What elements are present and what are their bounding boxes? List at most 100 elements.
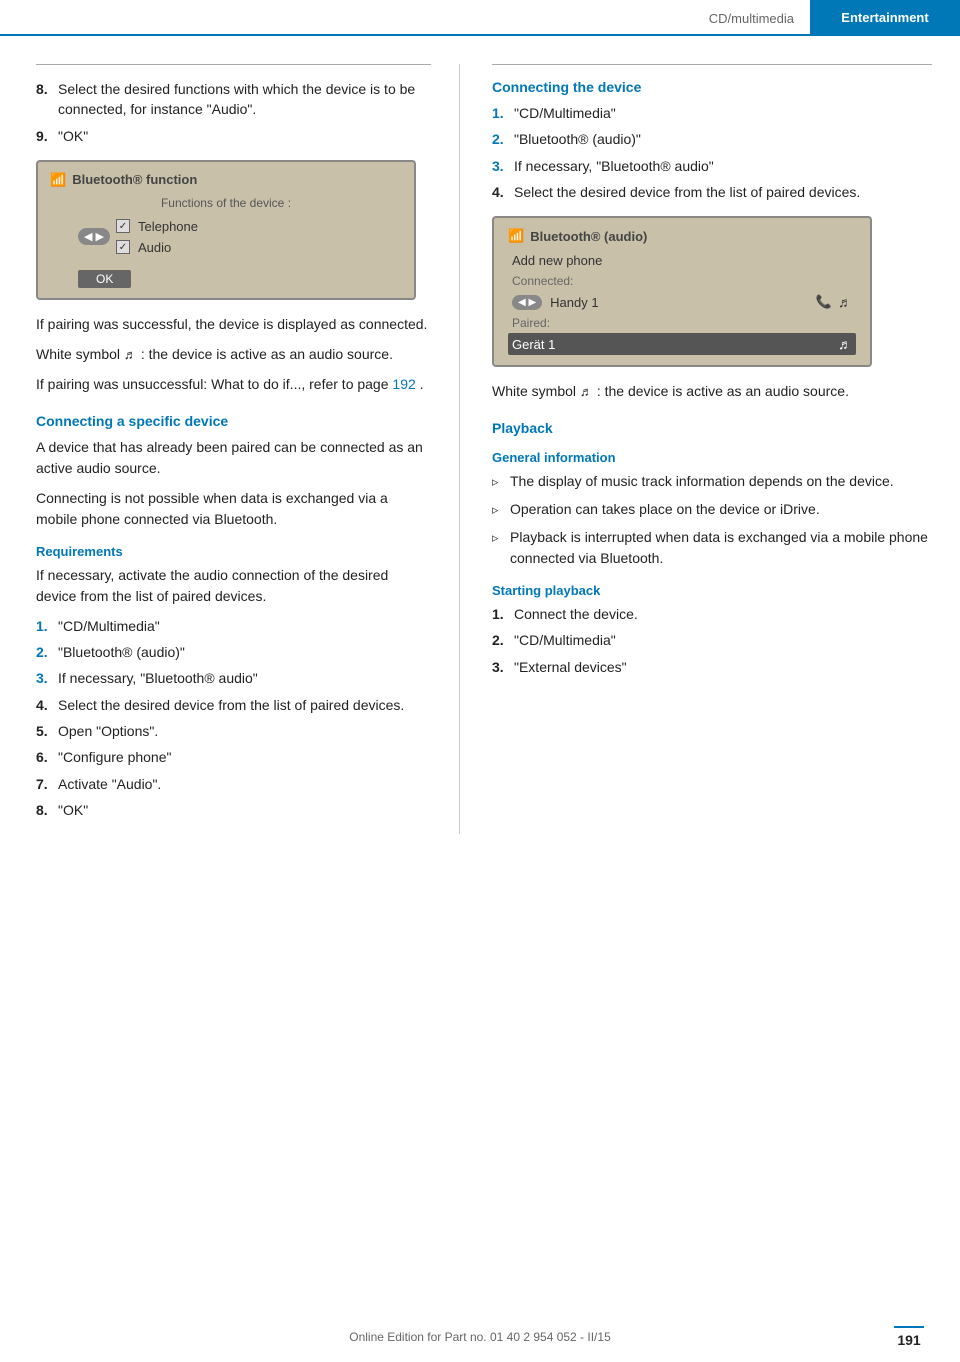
conn-step-2: 2. "Bluetooth® (audio)": [492, 129, 932, 149]
label-audio: Audio: [138, 240, 171, 255]
req-step-1-text: "CD/Multimedia": [58, 616, 431, 636]
req-step-6-text: "Configure phone": [58, 747, 431, 767]
label-telephone: Telephone: [138, 219, 198, 234]
arrow-icon-1: ▹: [492, 472, 510, 492]
conn-step-3-num: 3.: [492, 156, 514, 176]
main-content: 8. Select the desired functions with whi…: [0, 36, 960, 834]
playback-heading: Playback: [492, 420, 932, 436]
req-step-8-num: 8.: [36, 800, 58, 820]
page-link-192[interactable]: 192: [392, 376, 415, 392]
req-step-7-text: Activate "Audio".: [58, 774, 431, 794]
req-step-6-num: 6.: [36, 747, 58, 767]
music-note-gerat1: ♬: [838, 336, 852, 352]
req-step-3-text: If necessary, "Bluetooth® audio": [58, 668, 431, 688]
requirements-heading: Requirements: [36, 544, 431, 559]
paired-label-text: Paired:: [512, 316, 550, 330]
ok-label[interactable]: OK: [78, 270, 131, 288]
bt-screen-right-title-text: Bluetooth® (audio): [530, 229, 647, 244]
connecting-device-heading: Connecting the device: [492, 79, 932, 95]
bt-screen-right: 📶 Bluetooth® (audio) Add new phone Conne…: [492, 216, 872, 367]
handy1-name: Handy 1: [550, 295, 598, 310]
bullet-3: ▹ Playback is interrupted when data is e…: [492, 527, 932, 569]
footer-text: Online Edition for Part no. 01 40 2 954 …: [349, 1330, 611, 1344]
para-white-symbol: White symbol ♬ : the device is active as…: [36, 344, 431, 365]
right-column: Connecting the device 1. "CD/Multimedia"…: [460, 64, 960, 834]
white-symbol-suffix: : the device is active as an audio sourc…: [141, 346, 393, 362]
unsuccessful-suffix: .: [420, 376, 424, 392]
music-note-icon-right: ♬: [580, 384, 593, 399]
handy1-icons: 📞 ♬: [816, 294, 852, 310]
right-top-divider: [492, 64, 932, 65]
arrow-icon-3: ▹: [492, 528, 510, 548]
gerat1-name: Gerät 1: [512, 337, 555, 352]
start-step-1-num: 1.: [492, 604, 514, 624]
connected-label: Connected:: [508, 271, 856, 291]
connected-label-text: Connected:: [512, 274, 573, 288]
header-bar: CD/multimedia Entertainment: [0, 0, 960, 36]
req-step-2-text: "Bluetooth® (audio)": [58, 642, 431, 662]
checkbox-telephone: [116, 219, 130, 233]
checkbox-audio: [116, 240, 130, 254]
conn-step-1-num: 1.: [492, 103, 514, 123]
start-step-1-text: Connect the device.: [514, 604, 932, 624]
initial-steps: 8. Select the desired functions with whi…: [36, 79, 431, 146]
para-white-symbol-right: White symbol ♬ : the device is active as…: [492, 381, 932, 402]
req-step-4-text: Select the desired device from the list …: [58, 695, 431, 715]
white-symbol-right-suffix: : the device is active as an audio sourc…: [597, 383, 849, 399]
req-step-2: 2. "Bluetooth® (audio)": [36, 642, 431, 662]
requirements-para: If necessary, activate the audio connect…: [36, 565, 431, 607]
ok-button-area: OK: [50, 262, 402, 288]
req-step-3-num: 3.: [36, 668, 58, 688]
start-step-2-num: 2.: [492, 630, 514, 650]
left-column: 8. Select the desired functions with whi…: [0, 64, 460, 834]
general-info-heading: General information: [492, 450, 932, 465]
bt-screen-right-title: 📶 Bluetooth® (audio): [508, 228, 856, 244]
start-step-2: 2. "CD/Multimedia": [492, 630, 932, 650]
req-step-8-text: "OK": [58, 800, 431, 820]
conn-step-3-text: If necessary, "Bluetooth® audio": [514, 156, 932, 176]
conn-step-2-num: 2.: [492, 129, 514, 149]
step-8-num: 8.: [36, 79, 58, 120]
bt-row-audio: Audio: [116, 237, 198, 258]
connecting-specific-heading: Connecting a specific device: [36, 413, 431, 429]
handy1-row: ◀ ▶ Handy 1 📞 ♬: [508, 291, 856, 313]
start-step-3: 3. "External devices": [492, 657, 932, 677]
req-step-3: 3. If necessary, "Bluetooth® audio": [36, 668, 431, 688]
conn-step-4: 4. Select the desired device from the li…: [492, 182, 932, 202]
connecting-specific-para2: Connecting is not possible when data is …: [36, 488, 431, 530]
start-step-3-num: 3.: [492, 657, 514, 677]
para-pairing-success: If pairing was successful, the device is…: [36, 314, 431, 335]
handy1-device: ◀ ▶ Handy 1 📞 ♬: [512, 294, 852, 310]
req-step-1-num: 1.: [36, 616, 58, 636]
req-step-4-num: 4.: [36, 695, 58, 715]
cd-multimedia-label: CD/multimedia: [709, 9, 810, 26]
bullet-1: ▹ The display of music track information…: [492, 471, 932, 492]
unsuccessful-prefix: If pairing was unsuccessful: What to do …: [36, 376, 392, 392]
gerat1-row: Gerät 1 ♬: [508, 333, 856, 355]
requirements-steps: 1. "CD/Multimedia" 2. "Bluetooth® (audio…: [36, 616, 431, 820]
phone-icon-handy1: 📞: [816, 294, 832, 310]
step-9-num: 9.: [36, 126, 58, 146]
music-note-handy1: ♬: [838, 294, 852, 310]
req-step-4: 4. Select the desired device from the li…: [36, 695, 431, 715]
req-step-5: 5. Open "Options".: [36, 721, 431, 741]
white-symbol-right-prefix: White symbol: [492, 383, 580, 399]
bullet-2: ▹ Operation can takes place on the devic…: [492, 499, 932, 520]
bullet-1-text: The display of music track information d…: [510, 471, 894, 492]
step-8: 8. Select the desired functions with whi…: [36, 79, 431, 120]
conn-step-1-text: "CD/Multimedia": [514, 103, 932, 123]
starting-steps: 1. Connect the device. 2. "CD/Multimedia…: [492, 604, 932, 677]
connecting-steps: 1. "CD/Multimedia" 2. "Bluetooth® (audio…: [492, 103, 932, 202]
bullet-3-text: Playback is interrupted when data is exc…: [510, 527, 932, 569]
entertainment-label: Entertainment: [810, 0, 960, 34]
page-footer: Online Edition for Part no. 01 40 2 954 …: [0, 1330, 960, 1344]
start-step-2-text: "CD/Multimedia": [514, 630, 932, 650]
para-unsuccessful: If pairing was unsuccessful: What to do …: [36, 374, 431, 395]
conn-step-4-num: 4.: [492, 182, 514, 202]
bt-screen-title-left: 📶 Bluetooth® function: [50, 172, 402, 188]
bluetooth-icon-left: 📶: [50, 172, 66, 188]
page-number: 191: [894, 1326, 924, 1348]
bt-screen-left: 📶 Bluetooth® function Functions of the d…: [36, 160, 416, 300]
nav-arrows-left: ◀ ▶: [78, 228, 110, 245]
arrow-icon-2: ▹: [492, 500, 510, 520]
